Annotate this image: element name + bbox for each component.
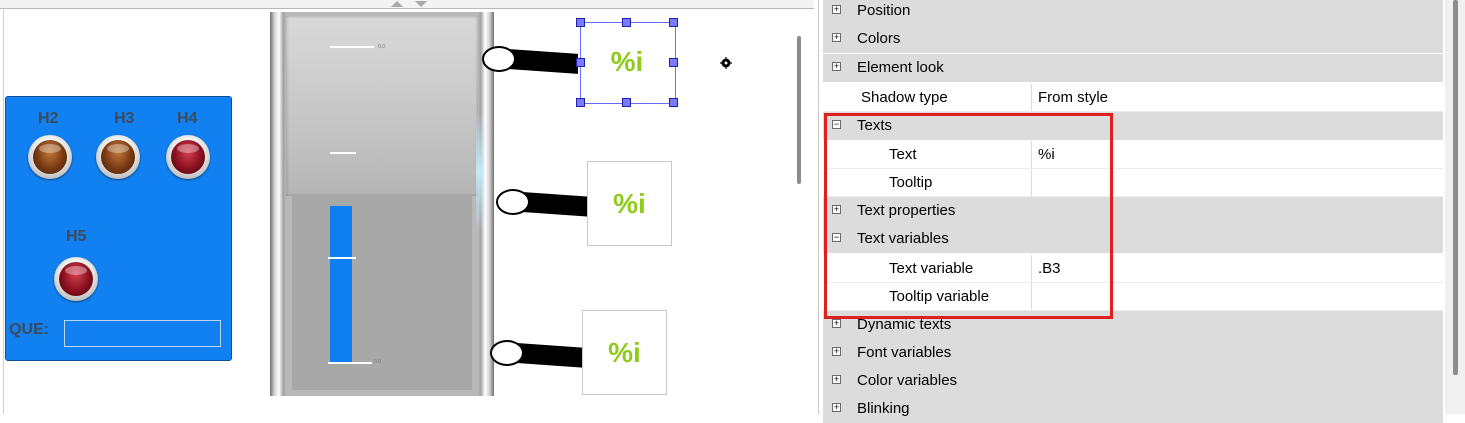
- meter-level-marker: [328, 257, 356, 259]
- lamp-h3[interactable]: [96, 135, 140, 179]
- collapse-icon[interactable]: −: [832, 120, 841, 129]
- lamp-label-h5: H5: [66, 228, 87, 245]
- prop-row-blinking[interactable]: + Blinking: [823, 395, 1443, 423]
- prop-name: Shadow type: [861, 89, 948, 106]
- que-label: QUE:: [9, 321, 49, 338]
- que-input[interactable]: [64, 320, 221, 347]
- scale-tick-label-bottom: 0.0: [374, 359, 381, 365]
- prop-name: Texts: [857, 117, 893, 134]
- toggle-switch-1[interactable]: [482, 42, 588, 82]
- prop-value-tooltip[interactable]: [1031, 169, 1443, 196]
- text-element-3[interactable]: %i: [582, 310, 667, 395]
- switch-knob[interactable]: [496, 189, 530, 215]
- lamp-h5[interactable]: [54, 257, 98, 301]
- prop-row-text-variables[interactable]: − Text variables: [823, 225, 1443, 253]
- meter-glass: [476, 112, 484, 232]
- resize-handle-se[interactable]: [669, 98, 678, 107]
- expand-icon[interactable]: +: [832, 403, 841, 412]
- resize-handle-n[interactable]: [622, 18, 631, 27]
- resize-handle-nw[interactable]: [576, 18, 585, 27]
- prop-row-text-variable[interactable]: Text variable .B3: [823, 255, 1443, 283]
- visualization-canvas[interactable]: H2 H3 H4 H5 QUE: 0.0 0.0 %i %i %i: [0, 0, 818, 414]
- lamp-h2[interactable]: [28, 135, 72, 179]
- switch-knob[interactable]: [490, 340, 524, 366]
- scrollbar-thumb[interactable]: [1453, 0, 1458, 375]
- prop-name: Color variables: [857, 372, 958, 389]
- resize-handle-s[interactable]: [622, 98, 631, 107]
- lamp-h4[interactable]: [166, 135, 210, 179]
- properties-panel: + Position + Colors + Element look Shado…: [818, 0, 1465, 423]
- canvas-scrollbar[interactable]: [797, 36, 801, 184]
- toggle-switch-3[interactable]: [490, 336, 596, 376]
- prop-name: Text variable: [889, 260, 974, 277]
- scale-tick-bottom: [328, 362, 372, 364]
- resize-handle-ne[interactable]: [669, 18, 678, 27]
- prop-name: Font variables: [857, 344, 952, 361]
- scale-tick: [330, 152, 356, 154]
- meter-bar: [330, 206, 352, 364]
- properties-scrollbar[interactable]: [1445, 0, 1465, 414]
- prop-name: Text: [889, 146, 917, 163]
- collapse-up-icon[interactable]: [391, 1, 403, 7]
- prop-row-element-look[interactable]: + Element look: [823, 54, 1443, 82]
- meter-bar-area: [292, 194, 472, 390]
- splitter-bar[interactable]: [0, 0, 814, 9]
- prop-row-text[interactable]: Text %i: [823, 141, 1443, 169]
- lamp-panel[interactable]: H2 H3 H4 H5 QUE:: [5, 96, 232, 361]
- prop-row-texts[interactable]: − Texts: [823, 112, 1443, 140]
- prop-value-shadow-type[interactable]: From style: [1031, 84, 1443, 111]
- lamp-label-h4: H4: [177, 110, 198, 127]
- prop-row-tooltip-variable[interactable]: Tooltip variable: [823, 283, 1443, 311]
- lamp-label-h2: H2: [38, 110, 59, 127]
- prop-row-position[interactable]: + Position: [823, 0, 1443, 25]
- prop-row-font-variables[interactable]: + Font variables: [823, 339, 1443, 367]
- prop-name: Text properties: [857, 202, 956, 219]
- meter-scale-area: 0.0: [286, 16, 478, 196]
- prop-name: Position: [857, 2, 911, 19]
- prop-value-text[interactable]: %i: [1031, 141, 1443, 168]
- resize-handle-e[interactable]: [669, 58, 678, 67]
- scale-tick-label-top: 0.0: [378, 44, 385, 50]
- prop-row-shadow-type[interactable]: Shadow type From style: [823, 84, 1443, 112]
- expand-icon[interactable]: +: [832, 319, 841, 328]
- rotation-center-icon[interactable]: [720, 57, 732, 69]
- prop-row-dynamic-texts[interactable]: + Dynamic texts: [823, 311, 1443, 339]
- prop-name: Dynamic texts: [857, 316, 952, 333]
- expand-icon[interactable]: +: [832, 5, 841, 14]
- prop-row-text-properties[interactable]: + Text properties: [823, 197, 1443, 225]
- bar-meter[interactable]: 0.0 0.0: [270, 12, 494, 396]
- resize-handle-w[interactable]: [576, 58, 585, 67]
- prop-name: Colors: [857, 30, 901, 47]
- collapse-icon[interactable]: −: [832, 233, 841, 242]
- prop-row-tooltip[interactable]: Tooltip: [823, 169, 1443, 197]
- expand-icon[interactable]: +: [832, 375, 841, 384]
- expand-icon[interactable]: +: [832, 347, 841, 356]
- expand-icon[interactable]: +: [832, 205, 841, 214]
- prop-name: Tooltip: [889, 174, 933, 191]
- canvas-border: [3, 8, 4, 414]
- switch-knob[interactable]: [482, 46, 516, 72]
- prop-name: Tooltip variable: [889, 288, 990, 305]
- prop-name: Text variables: [857, 230, 949, 247]
- expand-icon[interactable]: +: [832, 62, 841, 71]
- collapse-down-icon[interactable]: [415, 1, 427, 7]
- prop-value-text-variable[interactable]: .B3: [1031, 255, 1443, 282]
- prop-row-colors[interactable]: + Colors: [823, 25, 1443, 53]
- scale-tick: [330, 46, 374, 48]
- expand-icon[interactable]: +: [832, 33, 841, 42]
- prop-row-color-variables[interactable]: + Color variables: [823, 367, 1443, 395]
- text-element-2[interactable]: %i: [587, 161, 672, 246]
- prop-name: Element look: [857, 59, 944, 76]
- resize-handle-sw[interactable]: [576, 98, 585, 107]
- prop-value-tooltip-variable[interactable]: [1031, 283, 1443, 310]
- lamp-label-h3: H3: [114, 110, 135, 127]
- prop-name: Blinking: [857, 400, 910, 417]
- selection-frame: [580, 22, 676, 104]
